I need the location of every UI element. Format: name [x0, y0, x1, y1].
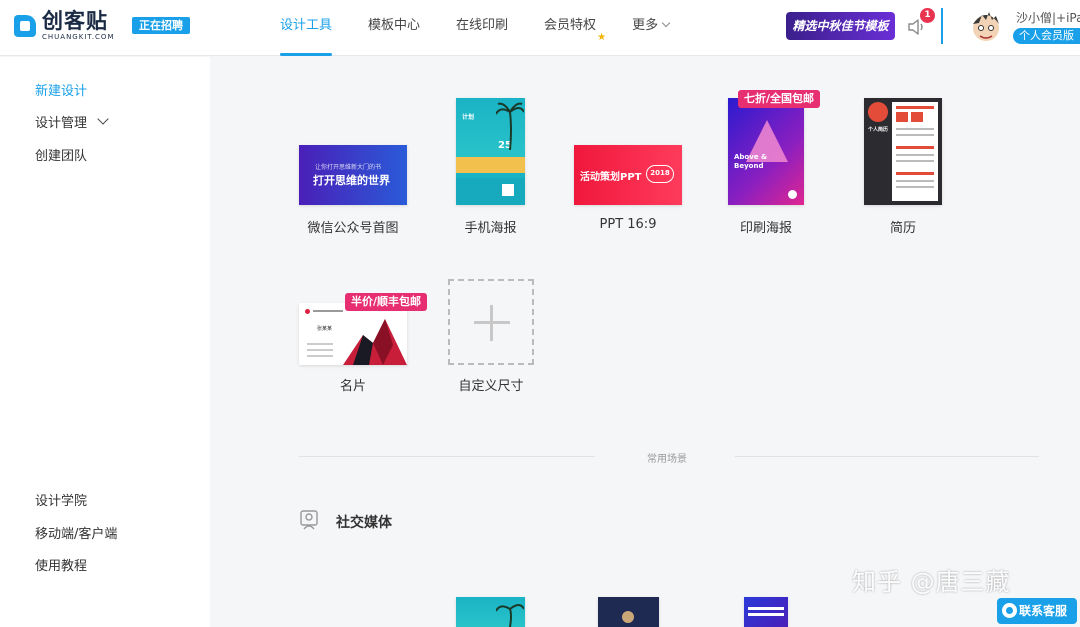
template-label: 印刷海报	[739, 221, 792, 236]
sidebar-item-design-management[interactable]: 设计管理	[35, 112, 109, 131]
mountain-graphic	[343, 319, 407, 365]
template-label: 微信公众号首图	[307, 221, 399, 236]
section-title-social-media: 社交媒体	[336, 515, 392, 531]
chevron-down-icon	[661, 18, 671, 28]
template-thumbnail-partial[interactable]	[744, 597, 788, 627]
sidebar-item-new-design[interactable]: 新建设计	[35, 80, 87, 99]
contact-support-button[interactable]: 联系客服	[997, 598, 1077, 624]
template-thumbnail: 活动策划PPT 2018	[574, 145, 682, 205]
template-ppt[interactable]: 活动策划PPT 2018 PPT 16:9	[574, 145, 682, 235]
logo-subtext: CHUANGKIT.COM	[42, 33, 115, 41]
social-media-icon	[300, 510, 318, 530]
template-label: PPT 16:9	[599, 217, 657, 232]
support-icon	[1002, 603, 1017, 618]
main-nav: 设计工具 模板中心 在线印刷 会员特权 ★ 更多	[262, 0, 687, 56]
template-print-poster[interactable]: Above & Beyond 七折/全国包邮 印刷海报	[728, 90, 821, 236]
template-thumbnail: 个人简历	[864, 98, 942, 205]
sidebar: 新建设计 设计管理 创建团队 设计学院 移动端/客户端 使用教程	[0, 57, 210, 627]
template-business-card[interactable]: 张某某 半价/顺丰包邮 名片	[299, 293, 428, 395]
logo[interactable]: 创客贴 CHUANGKIT.COM	[12, 8, 115, 44]
template-thumbnail-partial[interactable]	[456, 597, 525, 627]
sidebar-item-design-academy[interactable]: 设计学院	[35, 490, 87, 509]
discount-tag: 半价/顺丰包邮	[345, 293, 428, 311]
palm-tree-icon	[496, 604, 524, 627]
sidebar-item-tutorial[interactable]: 使用教程	[35, 555, 87, 574]
chevron-down-icon	[97, 113, 109, 125]
nav-online-print[interactable]: 在线印刷	[438, 0, 526, 56]
template-thumbnail: 让你打开思维新大门的书 打开思维的世界	[299, 145, 407, 205]
template-resume[interactable]: 个人简历 简历	[864, 98, 942, 236]
template-thumbnail-partial[interactable]	[598, 597, 659, 627]
scene-divider-label: 常用场景	[647, 454, 687, 465]
nav-template-center[interactable]: 模板中心	[350, 0, 438, 56]
watermark: 知乎 @唐三藏	[852, 568, 1011, 596]
logo-text: 创客贴	[42, 9, 108, 33]
header-divider	[941, 8, 943, 44]
nav-member-privileges[interactable]: 会员特权 ★	[526, 0, 614, 56]
palm-tree-icon	[496, 102, 524, 150]
vip-badge[interactable]: 个人会员版	[1013, 28, 1080, 44]
avatar[interactable]	[970, 8, 1002, 44]
discount-tag: 七折/全国包邮	[738, 90, 821, 108]
top-navbar: 创客贴 CHUANGKIT.COM 正在招聘 设计工具 模板中心 在线印刷 会员…	[0, 0, 1080, 56]
template-thumbnail: 张某某	[299, 303, 407, 365]
template-label: 手机海报	[464, 221, 517, 236]
template-thumbnail: Above & Beyond	[728, 98, 804, 205]
template-mobile-poster[interactable]: 计划 25 手机海报	[456, 98, 525, 236]
divider-left	[299, 456, 595, 457]
sidebar-item-create-team[interactable]: 创建团队	[35, 145, 87, 164]
nav-design-tools[interactable]: 设计工具	[262, 0, 350, 56]
template-label: 自定义尺寸	[458, 379, 524, 394]
username[interactable]: 沙小僧|+iPa	[1016, 9, 1080, 26]
template-thumbnail: 计划 25	[456, 98, 525, 205]
template-label: 简历	[889, 221, 916, 236]
notification-badge: 1	[920, 8, 935, 23]
sidebar-item-mobile-client[interactable]: 移动端/客户端	[35, 523, 117, 542]
nav-more[interactable]: 更多	[614, 0, 687, 56]
logo-icon	[12, 11, 38, 41]
template-wechat-cover[interactable]: 让你打开思维新大门的书 打开思维的世界 微信公众号首图	[299, 145, 407, 236]
promo-banner-button[interactable]: 精选中秋佳节模板	[786, 12, 895, 40]
template-custom-size[interactable]: 自定义尺寸	[448, 279, 534, 395]
custom-size-box	[448, 279, 534, 365]
hiring-badge[interactable]: 正在招聘	[132, 17, 190, 34]
main-content: 让你打开思维新大门的书 打开思维的世界 微信公众号首图 计划 25 手机海报 活…	[210, 57, 1080, 627]
divider-right	[735, 456, 1039, 457]
template-label: 名片	[339, 379, 366, 394]
